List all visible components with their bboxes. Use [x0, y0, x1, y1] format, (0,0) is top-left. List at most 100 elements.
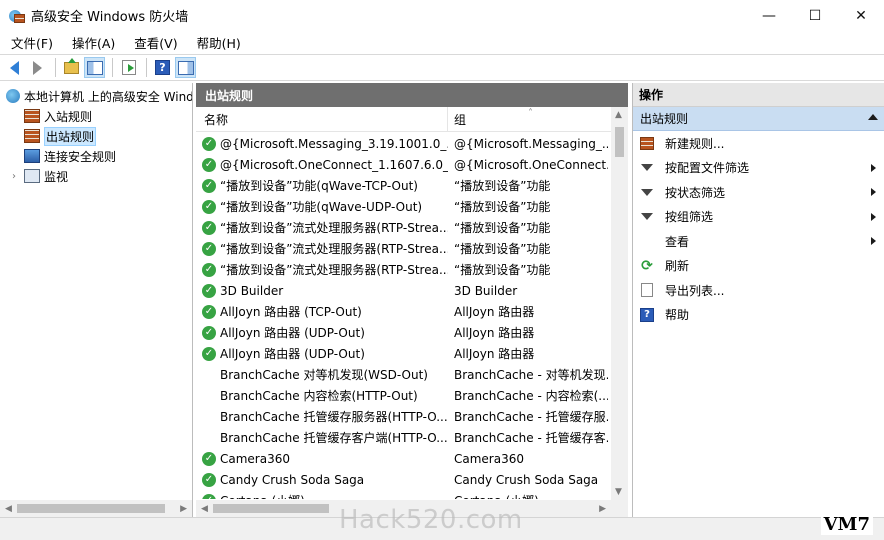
tree-item-connection-security-rules[interactable]: 连接安全规则 — [0, 146, 192, 166]
actions-list: 新建规则... 按配置文件筛选按状态筛选按组筛选查看 ⟳ 刷新 导出列表...? 帮助 — [633, 131, 884, 327]
scroll-left-icon[interactable]: ◀ — [5, 504, 12, 514]
refresh-icon-glyph: ⟳ — [641, 257, 653, 274]
table-row[interactable]: BranchCache 托管缓存客户端(HTTP-O... BranchCache… — [196, 427, 611, 448]
rule-name-cell: ✓ Cortana (小娜) — [196, 492, 448, 499]
list-vertical-scrollbar[interactable]: ▲ ▼ — [611, 107, 628, 500]
action-item[interactable]: 导出列表... — [633, 278, 884, 303]
tree-item-monitoring[interactable]: › 监视 — [0, 166, 192, 186]
table-row[interactable]: ✓ “播放到设备”流式处理服务器(RTP-Strea... “播放到设备”功能 — [196, 259, 611, 280]
action-label: 按组筛选 — [665, 210, 714, 225]
table-row[interactable]: BranchCache 内容检索(HTTP-Out) BranchCache - … — [196, 385, 611, 406]
show-hide-action-pane-button[interactable] — [175, 57, 196, 78]
help-icon: ? — [639, 307, 655, 323]
sort-ascending-icon: ˄ — [528, 108, 533, 119]
action-item[interactable]: ⟳ 刷新 — [633, 254, 884, 279]
back-arrow-icon — [10, 60, 19, 75]
rule-name: “播放到设备”流式处理服务器(RTP-Strea... — [220, 263, 448, 277]
enabled-check-icon: ✓ — [202, 241, 216, 256]
refresh-icon: ⟳ — [639, 258, 655, 274]
table-row[interactable]: ✓ AllJoyn 路由器 (UDP-Out) AllJoyn 路由器 — [196, 343, 611, 364]
rule-group-cell: “播放到设备”功能 — [454, 221, 551, 235]
action-label: 按状态筛选 — [665, 185, 726, 200]
tree-root[interactable]: 本地计算机 上的高级安全 Windows 防火墙 — [0, 86, 192, 106]
action-label: 新建规则... — [665, 136, 725, 151]
up-one-level-button[interactable] — [61, 57, 82, 78]
scrollbar-thumb[interactable] — [17, 504, 165, 513]
tree-item-inbound-rules[interactable]: 入站规则 — [0, 106, 192, 126]
rule-group-cell: AllJoyn 路由器 — [454, 305, 535, 319]
table-row[interactable]: ✓ Camera360 Camera360 — [196, 448, 611, 469]
maximize-button[interactable]: ☐ — [792, 0, 838, 31]
tree-item-label: 连接安全规则 — [44, 149, 117, 164]
table-row[interactable]: ✓ “播放到设备”流式处理服务器(RTP-Strea... “播放到设备”功能 — [196, 238, 611, 259]
rule-name-cell: ✓ “播放到设备”流式处理服务器(RTP-Strea... — [196, 261, 448, 278]
table-row[interactable]: ✓ 3D Builder 3D Builder — [196, 280, 611, 301]
back-button[interactable] — [4, 57, 25, 78]
table-row[interactable]: ✓ Candy Crush Soda Saga Candy Crush Soda S… — [196, 469, 611, 490]
enabled-check-icon: ✓ — [202, 304, 216, 319]
table-row[interactable]: ✓ AllJoyn 路由器 (TCP-Out) AllJoyn 路由器 — [196, 301, 611, 322]
rule-name-cell: ✓ @{Microsoft.Messaging_3.19.1001.0_... — [196, 136, 448, 151]
action-item[interactable]: ? 帮助 — [633, 303, 884, 328]
forward-arrow-icon — [33, 60, 42, 75]
blank-icon — [639, 233, 655, 249]
window-title: 高级安全 Windows 防火墙 — [31, 10, 189, 25]
minimize-button[interactable]: — — [746, 0, 792, 31]
close-button[interactable]: ✕ — [838, 0, 884, 31]
action-item[interactable]: 按配置文件筛选 — [633, 156, 884, 181]
forward-button[interactable] — [27, 57, 48, 78]
enabled-check-icon: ✓ — [202, 262, 216, 277]
scroll-down-icon[interactable]: ▼ — [615, 487, 622, 497]
action-pane-icon — [177, 60, 194, 75]
collapse-icon[interactable] — [868, 114, 878, 120]
filter-icon-glyph — [641, 188, 653, 196]
action-item[interactable]: 新建规则... — [633, 131, 884, 156]
table-row[interactable]: ✓ “播放到设备”功能(qWave-TCP-Out) “播放到设备”功能 — [196, 175, 611, 196]
table-row[interactable]: ✓ @{Microsoft.Messaging_3.19.1001.0_... @{… — [196, 133, 611, 154]
menu-file[interactable]: 文件(F) — [0, 33, 61, 52]
enabled-check-icon: ✓ — [202, 346, 216, 361]
scroll-left-icon[interactable]: ◀ — [201, 504, 208, 514]
menu-view[interactable]: 查看(V) — [123, 33, 185, 52]
tree-item-label: 出站规则 — [44, 126, 97, 146]
expand-chevron-icon[interactable]: › — [12, 171, 24, 182]
tree-item-outbound-rules[interactable]: 出站规则 — [0, 126, 192, 146]
toolbar-separator — [112, 58, 113, 77]
table-row[interactable]: BranchCache 托管缓存服务器(HTTP-O... BranchCache… — [196, 406, 611, 427]
table-row[interactable]: ✓ “播放到设备”流式处理服务器(RTP-Strea... “播放到设备”功能 — [196, 217, 611, 238]
folder-up-icon — [64, 57, 79, 74]
firewall-globe-icon — [6, 89, 20, 103]
help-button[interactable]: ? — [152, 57, 173, 78]
table-row[interactable]: BranchCache 对等机发现(WSD-Out) BranchCache - … — [196, 364, 611, 385]
scrollbar-thumb[interactable] — [213, 504, 329, 513]
export-list-button[interactable] — [118, 57, 139, 78]
submenu-arrow-icon — [871, 188, 876, 196]
scrollbar-thumb[interactable] — [615, 127, 624, 157]
rule-name-cell: ✓ “播放到设备”功能(qWave-TCP-Out) — [196, 177, 448, 194]
show-hide-console-tree-button[interactable] — [84, 57, 105, 78]
action-item[interactable]: 按组筛选 — [633, 205, 884, 230]
disabled-rule-icon — [202, 431, 216, 445]
action-item[interactable]: 按状态筛选 — [633, 180, 884, 205]
table-row[interactable]: ✓ AllJoyn 路由器 (UDP-Out) AllJoyn 路由器 — [196, 322, 611, 343]
menu-action[interactable]: 操作(A) — [61, 33, 123, 52]
action-item[interactable]: 查看 — [633, 229, 884, 254]
enabled-check-icon: ✓ — [202, 283, 216, 298]
table-row[interactable]: ✓ Cortana (小娜) Cortana (小娜) — [196, 490, 611, 499]
rule-name: “播放到设备”功能(qWave-TCP-Out) — [220, 179, 418, 193]
scroll-right-icon[interactable]: ▶ — [599, 504, 606, 514]
scroll-right-icon[interactable]: ▶ — [180, 504, 187, 514]
scroll-up-icon[interactable]: ▲ — [615, 110, 622, 120]
actions-section-outbound-rules[interactable]: 出站规则 — [633, 107, 884, 131]
menu-help[interactable]: 帮助(H) — [186, 33, 249, 52]
rule-group-cell: “播放到设备”功能 — [454, 263, 551, 277]
filter-icon-glyph — [641, 164, 653, 172]
rule-name-cell: ✓ @{Microsoft.OneConnect_1.1607.6.0_... — [196, 157, 448, 172]
enabled-check-icon: ✓ — [202, 178, 216, 193]
action-label: 查看 — [665, 234, 690, 249]
table-row[interactable]: ✓ @{Microsoft.OneConnect_1.1607.6.0_... @{… — [196, 154, 611, 175]
table-row[interactable]: ✓ “播放到设备”功能(qWave-UDP-Out) “播放到设备”功能 — [196, 196, 611, 217]
toolbar: ? — [0, 54, 884, 81]
tree-horizontal-scrollbar[interactable]: ◀ ▶ — [0, 500, 192, 517]
column-header-name[interactable]: 名称 — [196, 107, 448, 131]
